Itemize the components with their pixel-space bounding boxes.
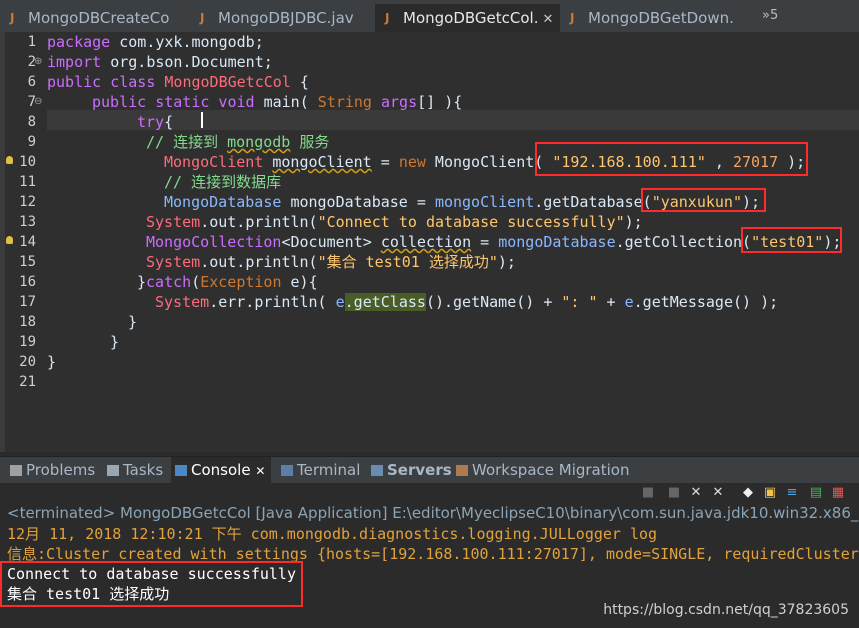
line-number: 8 <box>27 114 36 130</box>
code-line: public static void main( String args[] )… <box>92 93 463 111</box>
line-number: 21 <box>19 374 36 390</box>
fold-expand-icon[interactable]: ⊕ <box>34 52 42 72</box>
code-line: } <box>128 313 138 331</box>
view-label: Workspace Migration <box>472 461 630 479</box>
problems-icon <box>10 465 22 476</box>
close-icon[interactable]: ✕ <box>542 6 553 32</box>
line-number: 10 <box>19 154 36 170</box>
console-log-line: 12月 11, 2018 12:10:21 下午 com.mongodb.dia… <box>7 525 658 543</box>
code-line: } <box>110 333 120 351</box>
line-number: 13 <box>19 214 36 230</box>
tab-mongodbgetdown[interactable]: J MongoDBGetDown. <box>560 4 755 32</box>
code-line: System.err.println( e.getClass().getName… <box>155 293 779 311</box>
java-file-icon: J <box>570 11 575 25</box>
line-number: 2 <box>27 54 36 70</box>
line-number: 14 <box>19 234 36 250</box>
fold-collapse-icon[interactable]: ⊖ <box>34 92 42 112</box>
tab-mongodbgetccol[interactable]: J MongoDBGetcCol. ✕ <box>375 4 560 32</box>
code-line: System.out.println("Connect to database … <box>146 213 643 231</box>
tab-label: MongoDBCreateCo <box>28 9 170 27</box>
line-number: 1 <box>27 34 36 50</box>
highlight-box-database <box>641 188 766 212</box>
java-file-icon: J <box>200 11 205 25</box>
code-line: }catch(Exception e){ <box>137 273 318 291</box>
clear-console-icon[interactable]: ◆ <box>740 485 756 501</box>
code-line: // 连接到数据库 <box>164 173 282 191</box>
java-file-icon: J <box>385 11 390 25</box>
line-number: 18 <box>19 314 36 330</box>
line-number: 6 <box>27 74 36 90</box>
line-number: 19 <box>19 334 36 350</box>
tab-servers[interactable]: Servers <box>371 457 452 483</box>
text-cursor <box>201 112 203 128</box>
code-line: package com.yxk.mongodb; <box>47 33 264 51</box>
pin-console-icon[interactable]: ▤ <box>808 485 824 501</box>
tab-problems[interactable]: Problems <box>10 457 95 483</box>
java-file-icon: J <box>10 11 15 25</box>
tab-console[interactable]: Console ✕ <box>171 457 272 483</box>
view-label: Terminal <box>297 461 361 479</box>
line-number: 16 <box>19 274 36 290</box>
line-number-gutter: 1 2 ⊕ 6 7 ⊖ 8 9 10 11 12 13 14 15 16 17 … <box>0 32 42 452</box>
open-console-icon[interactable]: ▦ <box>830 485 846 501</box>
scroll-lock-icon[interactable]: ▣ <box>762 485 778 501</box>
highlight-box-output <box>0 561 303 607</box>
servers-icon <box>371 465 383 476</box>
line-number: 20 <box>19 354 36 370</box>
word-wrap-icon[interactable]: ≡ <box>784 485 800 501</box>
remove-all-icon[interactable]: ✕ <box>710 485 726 501</box>
tab-label: MongoDBJDBC.jav <box>218 9 354 27</box>
terminate-icon[interactable]: ■ <box>666 485 682 501</box>
line-number: 12 <box>19 194 36 210</box>
view-label: Console <box>191 461 251 479</box>
line-number: 7 <box>27 94 36 110</box>
editor-tab-bar: J MongoDBCreateCo J MongoDBJDBC.jav J Mo… <box>0 0 859 33</box>
line-number: 9 <box>27 134 36 150</box>
view-label: Problems <box>26 461 96 479</box>
tab-label: MongoDBGetcCol. <box>403 9 539 27</box>
code-line: System.out.println("集合 test01 选择成功"); <box>146 253 516 271</box>
tab-tasks[interactable]: Tasks <box>107 457 163 483</box>
console-icon <box>175 465 187 476</box>
code-line: public class MongoDBGetcCol { <box>47 73 309 91</box>
line-number: 11 <box>19 174 36 190</box>
tab-workspace-migration[interactable]: Workspace Migration <box>456 457 629 483</box>
tab-overflow-button[interactable]: »5 <box>762 8 778 23</box>
highlight-box-host-port <box>535 142 808 176</box>
stop-icon[interactable]: ■ <box>640 485 656 501</box>
line-number: 15 <box>19 254 36 270</box>
code-line: } <box>47 353 57 371</box>
code-editor[interactable]: 1 2 ⊕ 6 7 ⊖ 8 9 10 11 12 13 14 15 16 17 … <box>0 32 859 452</box>
remove-launch-icon[interactable]: ✕ <box>688 485 704 501</box>
watermark-text: https://blog.csdn.net/qq_37823605 <box>603 602 849 618</box>
tab-mongodbcreateco[interactable]: J MongoDBCreateCo <box>0 4 190 32</box>
views-tab-bar: Problems Tasks Console ✕ Terminal Server… <box>0 456 859 484</box>
workspace-migration-icon <box>456 465 468 476</box>
line-number: 17 <box>19 294 36 310</box>
code-line: import org.bson.Document; <box>47 53 273 71</box>
tasks-icon <box>107 465 119 476</box>
tab-terminal[interactable]: Terminal <box>281 457 360 483</box>
highlight-box-collection <box>741 227 842 253</box>
view-label: Servers <box>387 461 452 479</box>
code-line: MongoCollection<Document> collection = m… <box>146 233 842 251</box>
terminal-icon <box>281 465 293 476</box>
view-label: Tasks <box>123 461 164 479</box>
console-terminated-label: <terminated> MongoDBGetcCol [Java Applic… <box>7 504 859 522</box>
tab-label: MongoDBGetDown. <box>588 9 734 27</box>
code-line: // 连接到 mongodb 服务 <box>146 133 330 151</box>
close-icon[interactable]: ✕ <box>255 464 265 478</box>
code-line: try{ <box>137 113 174 131</box>
tab-mongodbjdbc[interactable]: J MongoDBJDBC.jav <box>190 4 375 32</box>
overview-ruler <box>0 32 5 452</box>
console-view[interactable]: ■ ■ ✕ ✕ ◆ ▣ ≡ ▤ ▦ <terminated> MongoDBGe… <box>0 483 859 628</box>
